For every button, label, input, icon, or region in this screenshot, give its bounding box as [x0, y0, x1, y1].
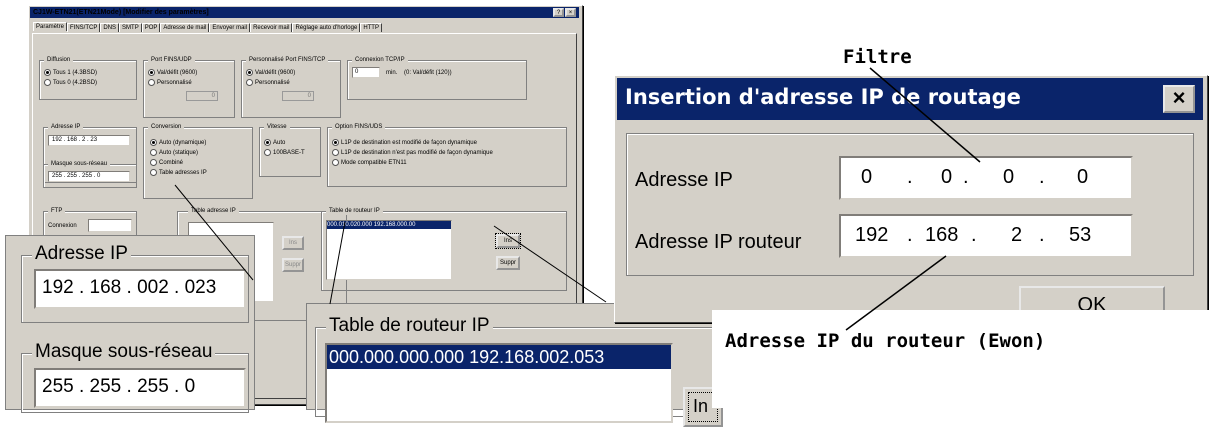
zoom-connector-router-list	[329, 221, 346, 305]
zoom-connector-router-button	[493, 225, 607, 303]
callout-lines	[174, 67, 981, 331]
filtre-callout-line	[869, 67, 981, 163]
router-callout-line	[845, 255, 947, 331]
zoom-connector-ip	[174, 184, 254, 281]
